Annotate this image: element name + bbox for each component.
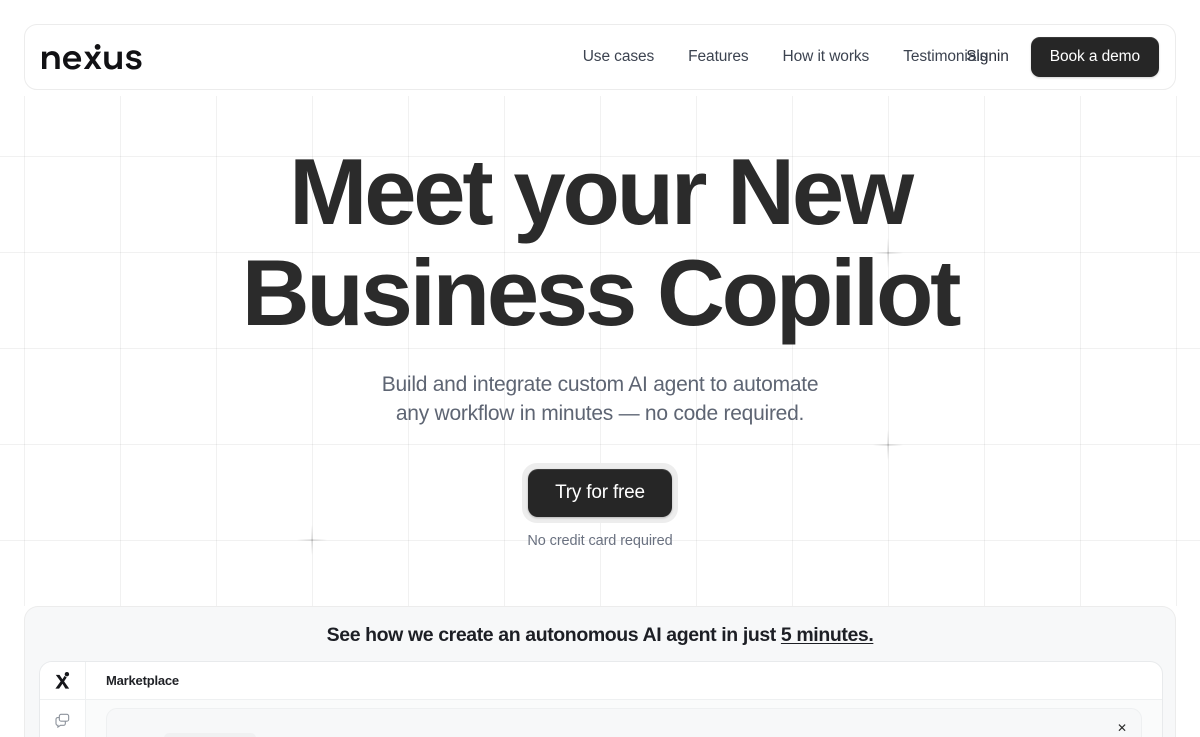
brand-logo[interactable] bbox=[41, 44, 149, 70]
nav-item-features[interactable]: Features bbox=[676, 42, 760, 72]
chat-bubble-icon bbox=[55, 713, 70, 728]
nexus-wordmark-icon bbox=[42, 44, 142, 70]
app-preview-mockup: Marketplace ✕ bbox=[39, 661, 1163, 737]
demo-title-highlight[interactable]: 5 minutes. bbox=[781, 624, 874, 646]
cta-button-ring: Try for free bbox=[522, 463, 678, 524]
landing-page: Use cases Features How it works Testimon… bbox=[0, 0, 1200, 737]
mock-sidebar-logo[interactable] bbox=[40, 662, 85, 700]
mock-main-area: Marketplace ✕ bbox=[86, 662, 1162, 737]
nexus-x-mark-icon bbox=[54, 672, 69, 689]
mock-placeholder-block bbox=[164, 733, 256, 737]
mock-topbar-title: Marketplace bbox=[106, 673, 179, 688]
close-icon[interactable]: ✕ bbox=[1116, 722, 1128, 734]
hero-heading-line-1: Meet your New bbox=[289, 139, 914, 244]
mock-sidebar bbox=[40, 662, 86, 737]
hero-heading-line-2: Business Copilot bbox=[241, 239, 962, 345]
demo-section-title: See how we create an autonomous AI agent… bbox=[25, 624, 1175, 647]
nav-item-how-it-works[interactable]: How it works bbox=[771, 42, 882, 72]
try-for-free-button[interactable]: Try for free bbox=[528, 469, 672, 518]
site-header: Use cases Features How it works Testimon… bbox=[24, 24, 1176, 90]
book-a-demo-button[interactable]: Book a demo bbox=[1030, 37, 1159, 77]
cta-note: No credit card required bbox=[527, 533, 673, 550]
main-navigation: Use cases Features How it works Testimon… bbox=[555, 42, 1015, 72]
mock-panel-card: ✕ bbox=[106, 708, 1142, 737]
hero-section: Meet your New Business Copilot Build and… bbox=[0, 96, 1200, 549]
mock-sidebar-chat-item[interactable] bbox=[55, 713, 70, 728]
nav-item-testimonials[interactable]: Testimonials bbox=[891, 42, 999, 72]
hero-subtitle: Build and integrate custom AI agent to a… bbox=[381, 373, 819, 426]
mock-topbar: Marketplace bbox=[86, 662, 1162, 700]
page-title: Meet your New Business Copilot bbox=[241, 139, 962, 345]
hero-cta-group: Try for free No credit card required bbox=[522, 463, 678, 549]
mock-body: ✕ bbox=[86, 700, 1162, 737]
demo-title-prefix: See how we create an autonomous AI agent… bbox=[326, 624, 781, 646]
demo-section: See how we create an autonomous AI agent… bbox=[24, 606, 1176, 737]
nav-item-use-cases[interactable]: Use cases bbox=[571, 42, 666, 72]
